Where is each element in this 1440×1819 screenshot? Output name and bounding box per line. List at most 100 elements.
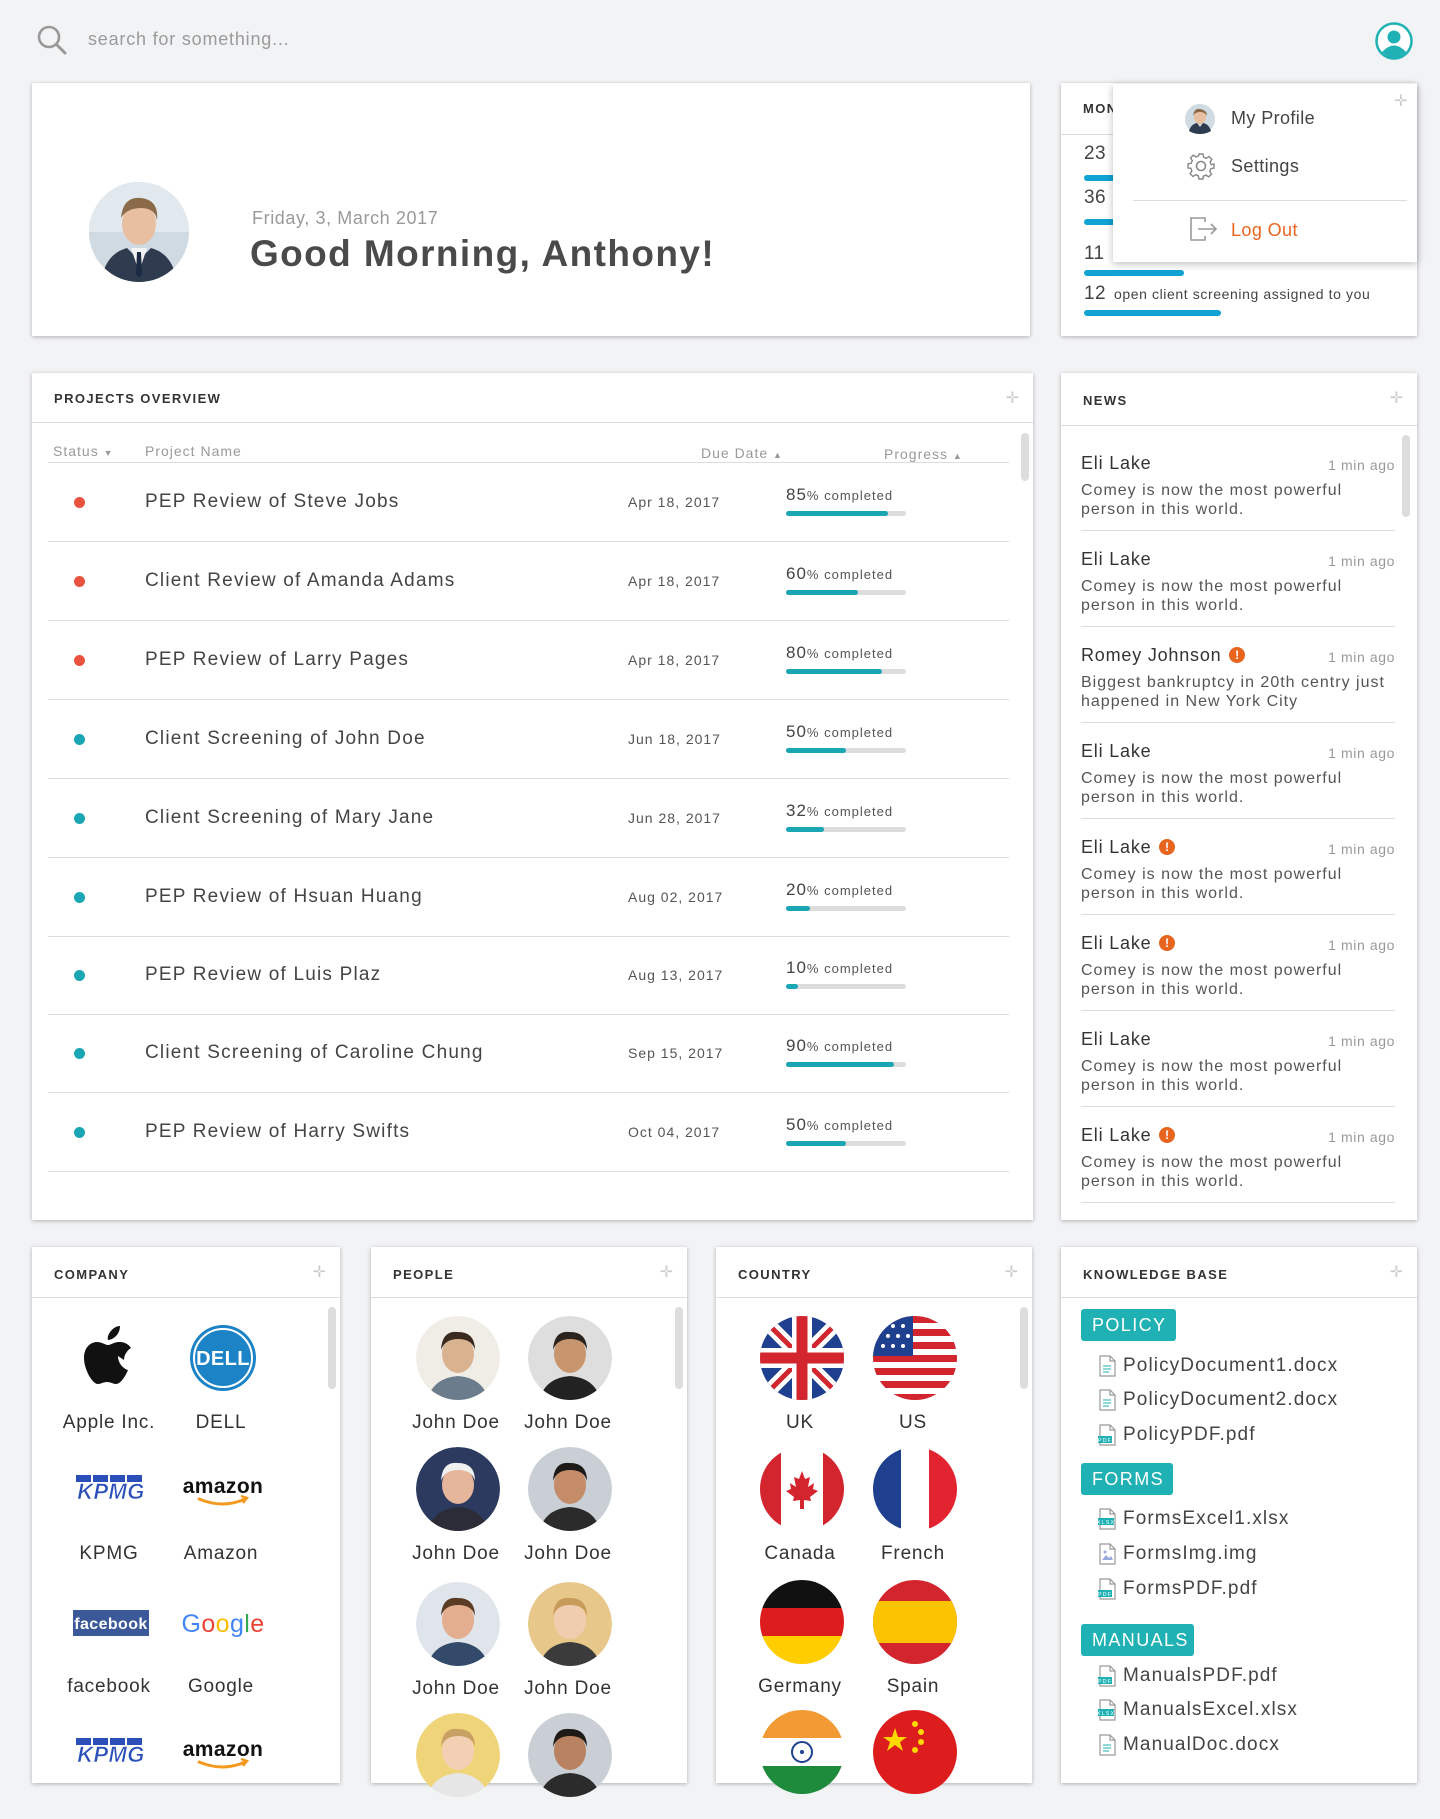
news-item[interactable]: Romey Johnson! 1 min ago Biggest bankruptc… xyxy=(1081,627,1395,723)
company-item[interactable]: KPMG KPMG xyxy=(44,1447,174,1567)
file-link[interactable]: PDF FormsPDF.pdf xyxy=(1097,1578,1397,1602)
column-header-status[interactable]: Status ▼ xyxy=(53,443,114,459)
table-row[interactable]: PEP Review of Hsuan Huang Aug 02, 2017 20%… xyxy=(48,858,1009,937)
settings-menu-item[interactable]: Settings xyxy=(1113,144,1417,188)
category-tag[interactable]: POLICY xyxy=(1081,1309,1176,1341)
monitor-row[interactable]: 11 xyxy=(1084,243,1105,265)
progress-bar-fill xyxy=(786,1141,846,1146)
file-name: FormsPDF.pdf xyxy=(1123,1578,1258,1599)
alert-icon: ! xyxy=(1159,935,1176,951)
table-row[interactable]: PEP Review of Larry Pages Apr 18, 2017 80%… xyxy=(48,621,1009,700)
person-item[interactable]: John Doe xyxy=(503,1316,633,1436)
progress-percent: 50 xyxy=(786,1115,807,1134)
country-name: French xyxy=(881,1543,945,1564)
monitor-value: 11 xyxy=(1084,243,1105,264)
news-item[interactable]: Eli Lake 1 min ago Comey is now the most p… xyxy=(1081,435,1395,531)
person-avatar xyxy=(416,1316,500,1400)
file-link[interactable]: XLSX ManualsExcel.xlsx xyxy=(1097,1699,1397,1723)
table-row[interactable]: Client Screening of John Doe Jun 18, 2017… xyxy=(48,700,1009,779)
country-item[interactable]: French xyxy=(848,1447,978,1567)
country-item[interactable]: US xyxy=(848,1316,978,1436)
person-item[interactable]: John Doe xyxy=(503,1582,633,1702)
table-row[interactable]: PEP Review of Steve Jobs Apr 18, 2017 85% … xyxy=(48,463,1009,542)
project-progress: 80% completed xyxy=(786,643,908,674)
person-item[interactable] xyxy=(391,1713,521,1819)
drag-handle-icon[interactable]: ✛ xyxy=(1389,1265,1405,1281)
country-scrollbar[interactable] xyxy=(1020,1307,1028,1389)
file-name: PolicyDocument2.docx xyxy=(1123,1389,1339,1410)
svg-text:DELL: DELL xyxy=(196,1348,250,1370)
drag-handle-icon[interactable]: ✛ xyxy=(1004,1265,1020,1281)
table-row[interactable]: PEP Review of Luis Plaz Aug 13, 2017 10% c… xyxy=(48,936,1009,1015)
company-item[interactable]: Google Google xyxy=(156,1580,286,1700)
file-link[interactable]: XLSX FormsExcel1.xlsx xyxy=(1097,1508,1397,1532)
news-item[interactable]: Eli Lake 1 min ago Comey is now the most p… xyxy=(1081,531,1395,627)
my-profile-menu-item[interactable]: My Profile xyxy=(1113,96,1417,140)
news-item[interactable]: Eli Lake! 1 min ago Comey is now the most … xyxy=(1081,1107,1395,1203)
country-item[interactable] xyxy=(735,1710,865,1819)
drag-handle-icon[interactable]: ✛ xyxy=(312,1265,328,1281)
news-item[interactable]: Eli Lake! 1 min ago Comey is now the most … xyxy=(1081,915,1395,1011)
company-item[interactable]: amazon Amazon xyxy=(156,1447,286,1567)
status-dot xyxy=(74,1048,85,1059)
progress-percent: 50 xyxy=(786,722,807,741)
country-item[interactable]: Canada xyxy=(735,1447,865,1567)
progress-suffix: % completed xyxy=(806,1039,894,1054)
company-item[interactable]: facebook facebook xyxy=(44,1580,174,1700)
file-link[interactable]: PolicyDocument2.docx xyxy=(1097,1389,1397,1413)
project-name: PEP Review of Hsuan Huang xyxy=(145,886,423,907)
company-item[interactable]: KPMG xyxy=(44,1710,174,1819)
user-menu-icon[interactable] xyxy=(1375,22,1413,60)
table-row[interactable]: Client Screening of Mary Jane Jun 28, 201… xyxy=(48,779,1009,858)
category-tag[interactable]: FORMS xyxy=(1081,1463,1173,1495)
status-dot xyxy=(74,813,85,824)
drag-handle-icon[interactable]: ✛ xyxy=(659,1265,675,1281)
table-row[interactable]: Client Screening of Caroline Chung Sep 15… xyxy=(48,1014,1009,1093)
person-item[interactable]: John Doe xyxy=(503,1447,633,1567)
logout-menu-item[interactable]: Log Out xyxy=(1113,208,1417,252)
greeting-card: Friday, 3, March 2017 Good Morning, Anth… xyxy=(32,83,1030,336)
column-header-due-date[interactable]: Due Date ▲ xyxy=(701,445,783,461)
table-row[interactable]: PEP Review of Harry Swifts Oct 04, 2017 50… xyxy=(48,1093,1009,1172)
status-dot xyxy=(74,734,85,745)
country-item[interactable]: Spain xyxy=(848,1580,978,1700)
news-scrollbar[interactable] xyxy=(1402,435,1410,517)
company-item[interactable]: DELL DELL xyxy=(156,1316,286,1436)
file-link[interactable]: PDF PolicyPDF.pdf xyxy=(1097,1424,1397,1448)
monitor-row[interactable]: 36 xyxy=(1084,187,1106,209)
column-header-project-name[interactable]: Project Name xyxy=(145,443,242,459)
column-header-progress[interactable]: Progress ▲ xyxy=(884,446,963,462)
search-icon[interactable] xyxy=(36,24,68,56)
file-link[interactable]: ManualDoc.docx xyxy=(1097,1734,1397,1758)
table-row[interactable]: Client Review of Amanda Adams Apr 18, 201… xyxy=(48,542,1009,621)
file-link[interactable]: PolicyDocument1.docx xyxy=(1097,1355,1397,1379)
svg-text:Google: Google xyxy=(181,1610,264,1638)
svg-text:PDF: PDF xyxy=(1098,1438,1112,1444)
country-item[interactable]: UK xyxy=(735,1316,865,1436)
company-item[interactable]: amazon xyxy=(156,1710,286,1819)
company-item[interactable]: Apple Inc. xyxy=(44,1316,174,1436)
news-item[interactable]: Eli Lake! 1 min ago Comey is now the most … xyxy=(1081,819,1395,915)
drag-handle-icon[interactable]: ✛ xyxy=(1005,391,1021,407)
monitor-row[interactable]: 23 xyxy=(1084,143,1106,165)
category-tag[interactable]: MANUALS xyxy=(1081,1624,1194,1656)
news-item[interactable]: Eli Lake 1 min ago Comey is now the most p… xyxy=(1081,723,1395,819)
canada-flag-icon xyxy=(760,1447,844,1531)
file-link[interactable]: PDF ManualsPDF.pdf xyxy=(1097,1665,1397,1689)
person-item[interactable]: John Doe xyxy=(391,1582,521,1702)
country-item[interactable] xyxy=(848,1710,978,1819)
person-item[interactable]: John Doe xyxy=(391,1316,521,1436)
news-item[interactable]: Eli Lake 1 min ago Comey is now the most p… xyxy=(1081,1011,1395,1107)
file-link[interactable]: FormsImg.img xyxy=(1097,1543,1397,1567)
monitor-row[interactable]: 12 open client screening assigned to you xyxy=(1084,283,1370,305)
company-scrollbar[interactable] xyxy=(328,1307,336,1389)
table-scrollbar[interactable] xyxy=(1021,433,1029,481)
search-input[interactable] xyxy=(88,26,488,52)
people-scrollbar[interactable] xyxy=(675,1307,683,1389)
drag-handle-icon[interactable]: ✛ xyxy=(1389,391,1405,407)
project-name: PEP Review of Steve Jobs xyxy=(145,491,400,512)
person-item[interactable] xyxy=(503,1713,633,1819)
person-item[interactable]: John Doe xyxy=(391,1447,521,1567)
country-name: Canada xyxy=(764,1543,836,1564)
country-item[interactable]: Germany xyxy=(735,1580,865,1700)
